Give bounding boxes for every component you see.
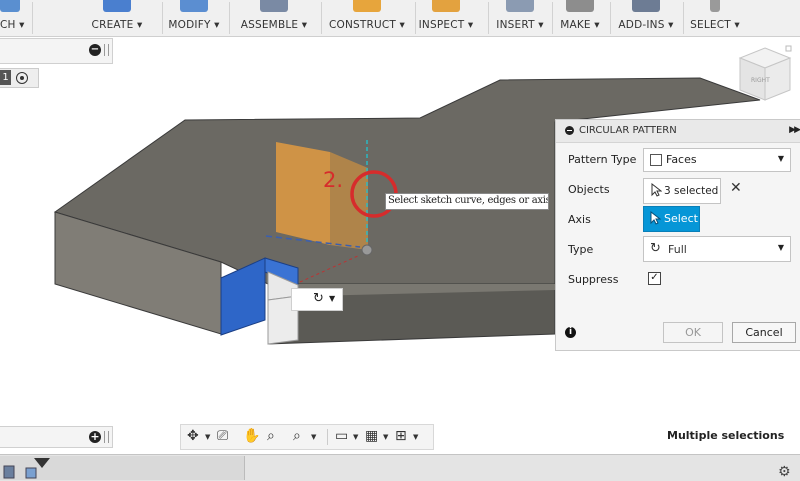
rotate-icon[interactable]: ↻ xyxy=(313,291,324,306)
suppress-checkbox[interactable]: ✓ xyxy=(648,272,661,285)
marking-menu-mini-toolbar[interactable]: ↻ ▼ xyxy=(291,288,343,311)
dialog-title: CIRCULAR PATTERN xyxy=(579,125,677,136)
cursor-arrow-icon xyxy=(650,211,661,225)
navigation-bar: ✥ ▼ ⎚ ✋ ⌕ ⌕ ▼ ▭ ▼ ▦ ▼ ⊞ ▼ xyxy=(180,424,434,450)
circular-arrow-icon: ↻ xyxy=(650,241,661,256)
axis-label: Axis xyxy=(568,213,591,226)
axis-origin-point[interactable] xyxy=(361,244,373,256)
view-cube[interactable]: RIGHT xyxy=(736,44,794,108)
display-settings-icon[interactable]: ▭ xyxy=(335,428,348,444)
pattern-type-value: Faces xyxy=(666,153,697,166)
timeline-controls[interactable] xyxy=(0,456,245,480)
annotation-label-2: 2. xyxy=(323,168,344,192)
fit-zoom-icon[interactable]: ⌕ xyxy=(293,428,301,444)
orbit-icon[interactable]: ✥ xyxy=(187,428,199,444)
objects-selection-button[interactable]: 3 selected xyxy=(643,178,721,204)
circular-pattern-dialog: CIRCULAR PATTERN ▶▶ Pattern Type Faces ▼… xyxy=(555,119,800,351)
double-arrow-right-icon[interactable]: ▶▶ xyxy=(789,125,800,135)
chevron-down-icon[interactable]: ▼ xyxy=(383,433,388,441)
plus-circle-icon[interactable]: + xyxy=(89,431,101,443)
minus-circle-icon[interactable] xyxy=(565,126,574,135)
comments-panel-header[interactable]: + xyxy=(0,426,113,448)
chevron-down-icon[interactable]: ▼ xyxy=(205,433,210,441)
chevron-down-icon[interactable]: ▼ xyxy=(413,433,418,441)
objects-selected-count: 3 selected xyxy=(664,185,719,197)
chevron-down-icon[interactable]: ▼ xyxy=(329,294,335,303)
pattern-preview-face-2 xyxy=(330,152,368,250)
chevron-down-icon[interactable]: ▼ xyxy=(311,433,316,441)
clear-selection-icon[interactable]: ✕ xyxy=(730,180,742,196)
gear-icon[interactable]: ⚙ xyxy=(778,464,791,480)
viewports-icon[interactable]: ⊞ xyxy=(395,428,407,444)
ok-button[interactable]: OK xyxy=(663,322,723,343)
type-value: Full xyxy=(668,243,687,256)
pattern-preview-face xyxy=(276,142,330,245)
axis-select-label: Select xyxy=(664,212,698,225)
cursor-arrow-icon xyxy=(651,183,662,197)
cancel-button[interactable]: Cancel xyxy=(732,322,796,343)
chevron-down-icon: ▼ xyxy=(777,243,784,252)
zoom-icon[interactable]: ⌕ xyxy=(267,428,275,444)
objects-label: Objects xyxy=(568,183,610,196)
selection-tooltip: Select sketch curve, edges or axis xyxy=(385,193,549,210)
timeline-feature-icon[interactable] xyxy=(0,456,60,480)
type-label: Type xyxy=(568,243,594,256)
type-select[interactable]: ↻ Full ▼ xyxy=(643,236,791,262)
pan-hand-icon[interactable]: ✋ xyxy=(243,428,260,444)
grip-icon[interactable] xyxy=(104,431,109,443)
viewcube-face-label: RIGHT xyxy=(751,77,770,84)
axis-select-button[interactable]: Select xyxy=(643,206,700,232)
suppress-label: Suppress xyxy=(568,273,619,286)
chevron-down-icon: ▼ xyxy=(777,154,784,163)
selection-status: Multiple selections xyxy=(667,429,785,442)
selected-face-left[interactable] xyxy=(220,257,266,336)
face-icon xyxy=(650,154,662,166)
dialog-title-bar[interactable]: CIRCULAR PATTERN ▶▶ xyxy=(556,120,800,143)
chevron-down-icon[interactable]: ▼ xyxy=(353,433,358,441)
pattern-type-select[interactable]: Faces ▼ xyxy=(643,148,791,172)
info-icon[interactable]: i xyxy=(565,327,576,338)
look-at-icon[interactable]: ⎚ xyxy=(217,428,228,444)
pattern-type-label: Pattern Type xyxy=(568,153,637,166)
grid-icon[interactable]: ▦ xyxy=(365,428,378,444)
